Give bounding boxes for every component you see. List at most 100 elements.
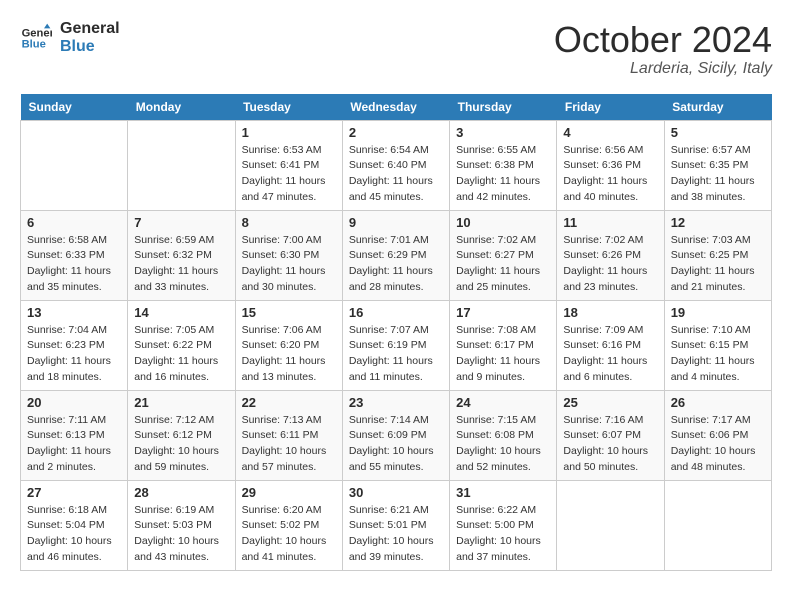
calendar-cell: [21, 120, 128, 210]
day-number: 21: [134, 395, 228, 410]
calendar-cell: 12Sunrise: 7:03 AMSunset: 6:25 PMDayligh…: [664, 210, 771, 300]
week-row-2: 6Sunrise: 6:58 AMSunset: 6:33 PMDaylight…: [21, 210, 772, 300]
calendar-cell: 11 Sunrise: 7:02 AMSunset: 6:26 PMDayligh…: [557, 210, 664, 300]
day-number: 18: [563, 305, 657, 320]
calendar-cell: 8 Sunrise: 7:00 AMSunset: 6:30 PMDaylight…: [235, 210, 342, 300]
logo-blue: Blue: [60, 38, 120, 56]
day-info: Sunrise: 7:12 AMSunset: 6:12 PMDaylight:…: [134, 413, 228, 476]
day-info: Sunrise: 6:22 AMSunset: 5:00 PMDaylight:…: [456, 503, 550, 566]
calendar-cell: 29 Sunrise: 6:20 AMSunset: 5:02 PMDayligh…: [235, 480, 342, 570]
day-info: Sunrise: 6:57 AMSunset: 6:35 PMDaylight:…: [671, 143, 765, 206]
day-info: Sunrise: 7:13 AMSunset: 6:11 PMDaylight:…: [242, 413, 336, 476]
calendar-cell: 13 Sunrise: 7:04 AMSunset: 6:23 PMDayligh…: [21, 300, 128, 390]
day-info: Sunrise: 6:58 AMSunset: 6:33 PMDaylight:…: [27, 233, 121, 296]
day-number: 1: [242, 125, 336, 140]
weekday-header-wednesday: Wednesday: [342, 94, 449, 121]
calendar-cell: 20 Sunrise: 7:11 AMSunset: 6:13 PMDayligh…: [21, 390, 128, 480]
calendar-cell: 4Sunrise: 6:56 AMSunset: 6:36 PMDaylight…: [557, 120, 664, 210]
day-info: Sunrise: 7:00 AMSunset: 6:30 PMDaylight:…: [242, 233, 336, 296]
day-info: Sunrise: 7:09 AMSunset: 6:16 PMDaylight:…: [563, 323, 657, 386]
calendar-cell: 2 Sunrise: 6:54 AMSunset: 6:40 PMDaylight…: [342, 120, 449, 210]
day-number: 20: [27, 395, 121, 410]
svg-text:General: General: [22, 27, 52, 39]
day-info: Sunrise: 6:19 AMSunset: 5:03 PMDaylight:…: [134, 503, 228, 566]
day-number: 14: [134, 305, 228, 320]
day-number: 22: [242, 395, 336, 410]
day-number: 7: [134, 215, 228, 230]
page-header: General Blue General Blue October 2024 L…: [20, 20, 772, 78]
day-info: Sunrise: 7:11 AMSunset: 6:13 PMDaylight:…: [27, 413, 121, 476]
weekday-header-thursday: Thursday: [450, 94, 557, 121]
logo-icon: General Blue: [20, 22, 52, 54]
day-info: Sunrise: 7:08 AMSunset: 6:17 PMDaylight:…: [456, 323, 550, 386]
day-number: 19: [671, 305, 765, 320]
day-number: 23: [349, 395, 443, 410]
day-number: 25: [563, 395, 657, 410]
day-number: 5: [671, 125, 765, 140]
week-row-3: 13 Sunrise: 7:04 AMSunset: 6:23 PMDayligh…: [21, 300, 772, 390]
day-number: 8: [242, 215, 336, 230]
calendar-cell: 18 Sunrise: 7:09 AMSunset: 6:16 PMDayligh…: [557, 300, 664, 390]
day-info: Sunrise: 7:10 AMSunset: 6:15 PMDaylight:…: [671, 323, 765, 386]
weekday-header-saturday: Saturday: [664, 94, 771, 121]
calendar-cell: 19 Sunrise: 7:10 AMSunset: 6:15 PMDayligh…: [664, 300, 771, 390]
calendar-cell: 17 Sunrise: 7:08 AMSunset: 6:17 PMDayligh…: [450, 300, 557, 390]
day-number: 28: [134, 485, 228, 500]
day-number: 9: [349, 215, 443, 230]
day-number: 29: [242, 485, 336, 500]
logo-general: General: [60, 20, 120, 38]
day-info: Sunrise: 7:05 AMSunset: 6:22 PMDaylight:…: [134, 323, 228, 386]
calendar-cell: 24 Sunrise: 7:15 AMSunset: 6:08 PMDayligh…: [450, 390, 557, 480]
calendar-cell: [664, 480, 771, 570]
day-info: Sunrise: 7:07 AMSunset: 6:19 PMDaylight:…: [349, 323, 443, 386]
location: Larderia, Sicily, Italy: [554, 60, 772, 78]
day-info: Sunrise: 6:56 AMSunset: 6:36 PMDaylight:…: [563, 143, 657, 206]
weekday-header-friday: Friday: [557, 94, 664, 121]
day-info: Sunrise: 6:54 AMSunset: 6:40 PMDaylight:…: [349, 143, 443, 206]
calendar-cell: 16 Sunrise: 7:07 AMSunset: 6:19 PMDayligh…: [342, 300, 449, 390]
svg-text:Blue: Blue: [22, 39, 46, 51]
day-number: 15: [242, 305, 336, 320]
day-number: 27: [27, 485, 121, 500]
day-info: Sunrise: 7:04 AMSunset: 6:23 PMDaylight:…: [27, 323, 121, 386]
title-block: October 2024 Larderia, Sicily, Italy: [554, 20, 772, 78]
weekday-header-row: SundayMondayTuesdayWednesdayThursdayFrid…: [21, 94, 772, 121]
day-info: Sunrise: 7:14 AMSunset: 6:09 PMDaylight:…: [349, 413, 443, 476]
weekday-header-sunday: Sunday: [21, 94, 128, 121]
day-number: 24: [456, 395, 550, 410]
day-info: Sunrise: 7:15 AMSunset: 6:08 PMDaylight:…: [456, 413, 550, 476]
calendar-cell: 25 Sunrise: 7:16 AMSunset: 6:07 PMDayligh…: [557, 390, 664, 480]
logo: General Blue General Blue: [20, 20, 120, 56]
week-row-4: 20 Sunrise: 7:11 AMSunset: 6:13 PMDayligh…: [21, 390, 772, 480]
day-number: 3: [456, 125, 550, 140]
day-number: 17: [456, 305, 550, 320]
day-info: Sunrise: 6:21 AMSunset: 5:01 PMDaylight:…: [349, 503, 443, 566]
day-number: 26: [671, 395, 765, 410]
calendar-cell: 28 Sunrise: 6:19 AMSunset: 5:03 PMDayligh…: [128, 480, 235, 570]
day-info: Sunrise: 6:55 AMSunset: 6:38 PMDaylight:…: [456, 143, 550, 206]
day-info: Sunrise: 7:16 AMSunset: 6:07 PMDaylight:…: [563, 413, 657, 476]
calendar-cell: 6Sunrise: 6:58 AMSunset: 6:33 PMDaylight…: [21, 210, 128, 300]
calendar-cell: 7 Sunrise: 6:59 AMSunset: 6:32 PMDaylight…: [128, 210, 235, 300]
calendar-cell: 21 Sunrise: 7:12 AMSunset: 6:12 PMDayligh…: [128, 390, 235, 480]
calendar-cell: 26Sunrise: 7:17 AMSunset: 6:06 PMDayligh…: [664, 390, 771, 480]
day-info: Sunrise: 7:02 AMSunset: 6:27 PMDaylight:…: [456, 233, 550, 296]
day-info: Sunrise: 7:02 AMSunset: 6:26 PMDaylight:…: [563, 233, 657, 296]
week-row-1: 1Sunrise: 6:53 AMSunset: 6:41 PMDaylight…: [21, 120, 772, 210]
day-number: 13: [27, 305, 121, 320]
weekday-header-monday: Monday: [128, 94, 235, 121]
calendar-cell: 15Sunrise: 7:06 AMSunset: 6:20 PMDayligh…: [235, 300, 342, 390]
day-info: Sunrise: 6:20 AMSunset: 5:02 PMDaylight:…: [242, 503, 336, 566]
day-number: 16: [349, 305, 443, 320]
calendar-cell: 14 Sunrise: 7:05 AMSunset: 6:22 PMDayligh…: [128, 300, 235, 390]
calendar-cell: 9Sunrise: 7:01 AMSunset: 6:29 PMDaylight…: [342, 210, 449, 300]
calendar-cell: 31Sunrise: 6:22 AMSunset: 5:00 PMDayligh…: [450, 480, 557, 570]
day-number: 11: [563, 215, 657, 230]
calendar-cell: 30Sunrise: 6:21 AMSunset: 5:01 PMDayligh…: [342, 480, 449, 570]
day-number: 2: [349, 125, 443, 140]
day-info: Sunrise: 6:59 AMSunset: 6:32 PMDaylight:…: [134, 233, 228, 296]
calendar-cell: 23 Sunrise: 7:14 AMSunset: 6:09 PMDayligh…: [342, 390, 449, 480]
calendar-cell: [557, 480, 664, 570]
month-title: October 2024: [554, 20, 772, 60]
calendar-cell: 27Sunrise: 6:18 AMSunset: 5:04 PMDayligh…: [21, 480, 128, 570]
